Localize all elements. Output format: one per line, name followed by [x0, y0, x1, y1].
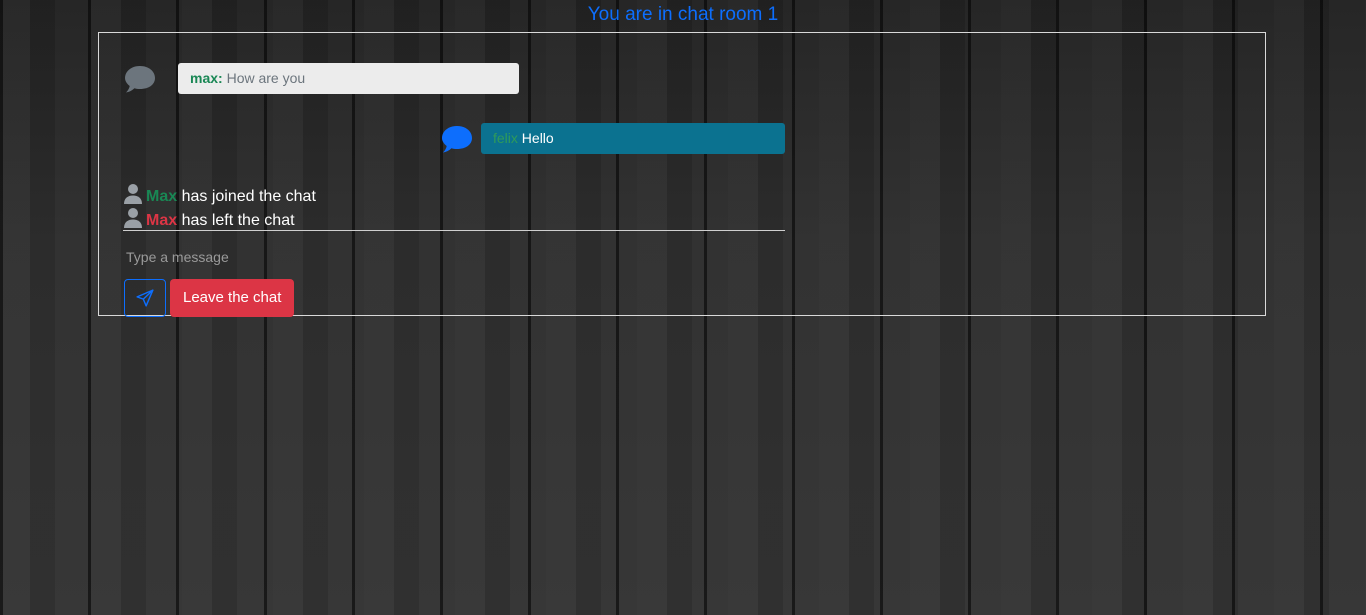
send-icon: [136, 289, 154, 307]
message-input[interactable]: [123, 244, 785, 270]
send-button[interactable]: [124, 279, 166, 317]
message-author: max:: [190, 70, 223, 86]
event-user: Max: [146, 212, 178, 229]
chat-event-joined: Max has joined the chat: [123, 183, 316, 207]
page-title: You are in chat room 1: [587, 4, 779, 25]
chat-bubble-icon: [125, 66, 155, 93]
message-bubble: max: How are you: [178, 63, 519, 94]
chat-container: max: How are you felix Hello Max has joi…: [98, 32, 1266, 317]
event-text: has joined the chat: [181, 188, 316, 205]
user-icon: [124, 208, 142, 228]
event-text: has left the chat: [181, 212, 295, 229]
message-text: How are you: [226, 70, 306, 86]
user-icon: [124, 184, 142, 204]
leave-chat-button[interactable]: Leave the chat: [170, 279, 295, 317]
chat-bubble-icon: [442, 126, 472, 153]
message-author: felix: [493, 130, 518, 146]
divider: [123, 230, 785, 231]
chat-event-left: Max has left the chat: [123, 207, 295, 231]
event-user: Max: [146, 188, 178, 205]
message-text: Hello: [521, 130, 554, 146]
message-bubble: felix Hello: [481, 123, 785, 154]
